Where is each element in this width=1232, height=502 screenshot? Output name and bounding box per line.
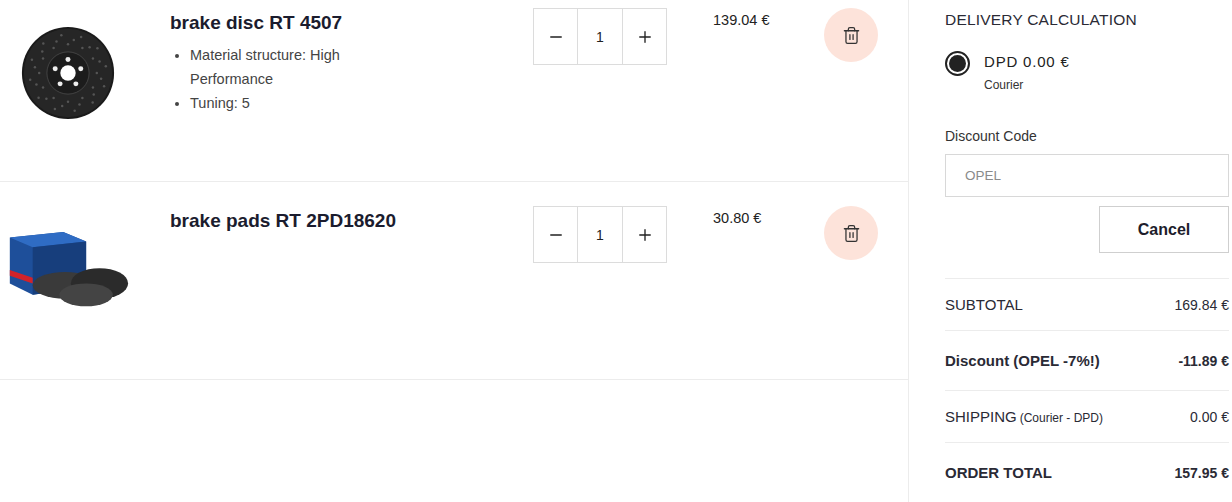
cart-row: brake pads RT 2PD18620 1 30.80 €: [0, 182, 908, 380]
delivery-option[interactable]: DPD 0.00 € Courier: [945, 51, 1229, 92]
summary-row: Discount (OPEL -7%!) -11.89 €: [945, 330, 1229, 390]
quantity-stepper: 1: [533, 8, 667, 65]
trash-icon: [842, 224, 861, 243]
order-summary: SUBTOTAL 169.84 € Discount (OPEL -7%!) -11.…: [945, 278, 1229, 502]
delivery-title: DELIVERY CALCULATION: [945, 11, 1229, 29]
brake-pads-icon: [6, 226, 130, 316]
increase-button[interactable]: [623, 9, 666, 64]
minus-icon: [547, 28, 565, 46]
summary-value: 0.00 €: [1190, 409, 1229, 425]
summary-value: 169.84 €: [1175, 297, 1230, 313]
summary-note: (Courier - DPD): [1020, 411, 1103, 425]
option-sublabel: Courier: [984, 78, 1070, 92]
decrease-button[interactable]: [534, 9, 577, 64]
quantity-value[interactable]: 1: [577, 207, 623, 262]
summary-row: ORDER TOTAL 157.95 €: [945, 442, 1229, 502]
radio-button[interactable]: [945, 51, 970, 76]
plus-icon: [636, 28, 654, 46]
cancel-button[interactable]: Cancel: [1099, 206, 1229, 253]
item-price: 30.80 €: [667, 206, 824, 226]
summary-label: SHIPPING(Courier - DPD): [945, 408, 1103, 425]
cart-row: brake disc RT 4507 Material structure: Hi…: [0, 0, 908, 182]
cart-page: brake disc RT 4507 Material structure: Hi…: [0, 0, 1232, 502]
attribute-list: Material structure: High PerformanceTuni…: [170, 43, 380, 115]
minus-icon: [547, 226, 565, 244]
delete-button[interactable]: [824, 8, 878, 62]
product-title[interactable]: brake disc RT 4507: [170, 12, 517, 35]
summary-label: Discount (OPEL -7%!): [945, 352, 1100, 369]
summary-value: -11.89 €: [1178, 353, 1229, 369]
trash-icon: [842, 26, 861, 45]
order-sidebar: DELIVERY CALCULATION DPD 0.00 € Courier Dis…: [909, 0, 1232, 502]
product-image: [0, 206, 130, 326]
discount-label: Discount Code: [945, 128, 1229, 144]
product-info: brake disc RT 4507 Material structure: Hi…: [170, 8, 533, 115]
summary-row: SUBTOTAL 169.84 €: [945, 278, 1229, 330]
increase-button[interactable]: [623, 207, 666, 262]
attribute-item: Tuning: 5: [190, 91, 380, 115]
quantity-stepper: 1: [533, 206, 667, 263]
summary-label: SUBTOTAL: [945, 296, 1023, 313]
product-title[interactable]: brake pads RT 2PD18620: [170, 210, 517, 233]
cart-list: brake disc RT 4507 Material structure: Hi…: [0, 0, 909, 502]
quantity-value[interactable]: 1: [577, 9, 623, 64]
delete-button[interactable]: [824, 206, 878, 260]
option-label: DPD 0.00 €: [984, 53, 1070, 70]
product-image: [0, 8, 130, 128]
summary-label: ORDER TOTAL: [945, 464, 1052, 481]
brake-disc-icon: [20, 25, 116, 121]
attribute-item: Material structure: High Performance: [190, 43, 380, 91]
product-info: brake pads RT 2PD18620: [170, 206, 533, 233]
decrease-button[interactable]: [534, 207, 577, 262]
discount-input[interactable]: [945, 154, 1229, 197]
option-text: DPD 0.00 € Courier: [984, 51, 1070, 92]
item-price: 139.04 €: [667, 8, 824, 28]
plus-icon: [636, 226, 654, 244]
summary-row: SHIPPING(Courier - DPD) 0.00 €: [945, 390, 1229, 442]
summary-value: 157.95 €: [1175, 465, 1230, 481]
